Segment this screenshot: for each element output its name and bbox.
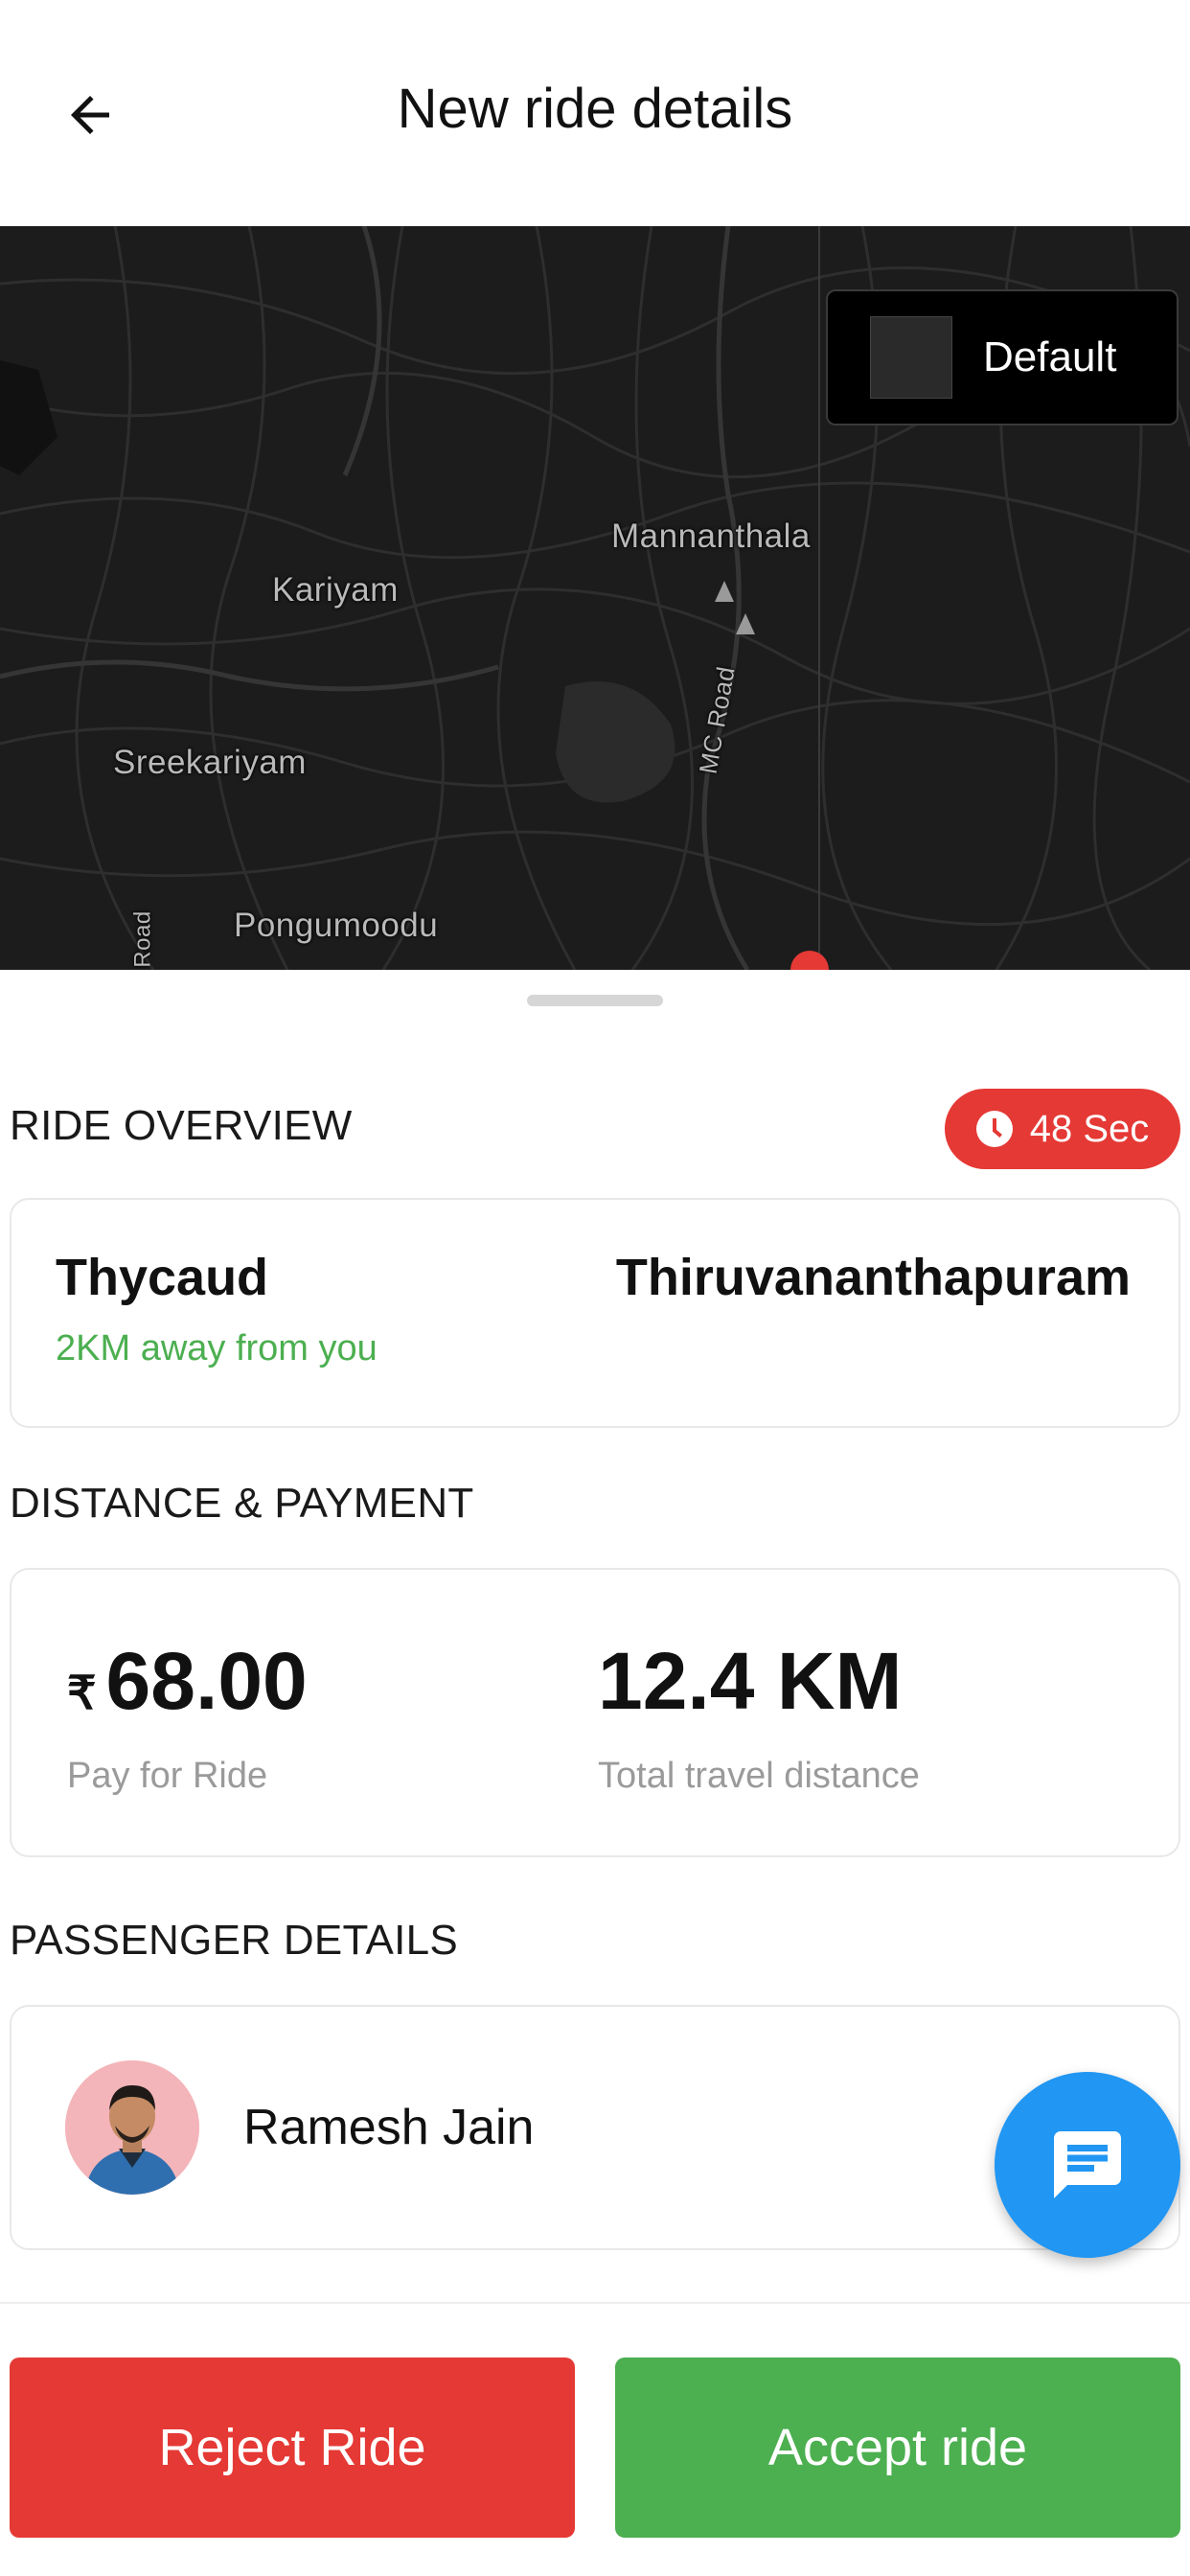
passenger-details-title: PASSENGER DETAILS	[10, 1917, 459, 1964]
map-label-road: Road	[129, 910, 156, 968]
ride-details-screen: New ride details Mannanthala Kariyam Sre…	[0, 0, 1190, 2576]
ride-details-sheet: RIDE OVERVIEW 48 Sec Thycaud 2KM away fr…	[0, 970, 1190, 2302]
accept-ride-button[interactable]: Accept ride	[615, 2358, 1180, 2538]
passenger-name: Ramesh Jain	[243, 2100, 535, 2155]
chat-button[interactable]	[995, 2072, 1180, 2258]
app-header: New ride details	[0, 0, 1190, 226]
fare-amount: ₹ 68.00	[67, 1635, 308, 1728]
timer-label: 48 Sec	[1029, 1107, 1150, 1150]
clock-icon	[975, 1111, 1013, 1147]
fare-value: 68.00	[105, 1636, 308, 1726]
distance-label: Total travel distance	[598, 1756, 920, 1796]
distance-payment-title: DISTANCE & PAYMENT	[10, 1480, 474, 1527]
action-bar: Reject Ride Accept ride	[0, 2302, 1190, 2576]
map-type-button[interactable]: Default	[826, 289, 1179, 426]
map-label-sreekariyam: Sreekariyam	[113, 744, 307, 781]
map-view[interactable]: Mannanthala Kariyam Sreekariyam Pongumoo…	[0, 226, 1190, 970]
pickup-distance: 2KM away from you	[56, 1328, 378, 1368]
map-label-mannanthala: Mannanthala	[611, 518, 811, 555]
distance-value: 12.4 KM	[598, 1636, 903, 1726]
map-type-label: Default	[983, 334, 1117, 380]
map-thumbnail-icon	[870, 316, 952, 399]
ride-overview-card: Thycaud 2KM away from you Thiruvananthap…	[10, 1198, 1180, 1428]
reject-ride-button[interactable]: Reject Ride	[10, 2358, 575, 2538]
page-title: New ride details	[397, 78, 793, 140]
chat-icon	[1054, 2131, 1121, 2198]
drag-handle[interactable]	[527, 995, 663, 1006]
distance-payment-card: ₹ 68.00 Pay for Ride 12.4 KM Total trave…	[10, 1568, 1180, 1857]
map-label-pongumoodu: Pongumoodu	[234, 907, 439, 944]
ride-overview-title: RIDE OVERVIEW	[10, 1102, 353, 1149]
avatar	[65, 2060, 199, 2195]
map-label-kariyam: Kariyam	[272, 571, 399, 609]
timer-badge: 48 Sec	[945, 1089, 1180, 1169]
fare-label: Pay for Ride	[67, 1756, 268, 1796]
drop-location: Thiruvananthapuram	[615, 1249, 1131, 1306]
pickup-location: Thycaud	[56, 1249, 269, 1306]
currency-symbol: ₹	[67, 1668, 97, 1719]
